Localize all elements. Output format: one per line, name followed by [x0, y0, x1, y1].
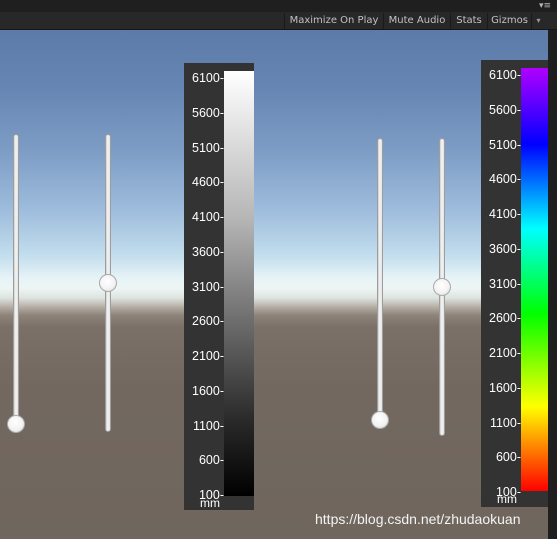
grayscale-tick-label: 600- [198, 453, 224, 468]
stats-button[interactable]: Stats [450, 13, 487, 29]
grayscale-tick-label: 3100- [192, 279, 224, 294]
color-tick-label: 2600- [489, 311, 521, 326]
color-tick-label: 4600- [489, 172, 521, 187]
slider-3-track[interactable] [377, 138, 383, 428]
grayscale-gradient-strip [224, 71, 254, 496]
grayscale-colorbar-panel: 6100- 5600- 5100- 4600- 4100- 3600- 3100- 2600-… [184, 63, 254, 510]
color-tick-label: 4100- [489, 207, 521, 221]
window-menu-icon[interactable]: ▾≡ [539, 1, 551, 11]
slider-1-track[interactable] [13, 134, 19, 432]
slider-2-handle[interactable] [99, 274, 117, 292]
color-tick-label: 2100- [489, 346, 521, 360]
color-tick-label: 5100- [489, 137, 521, 152]
color-tick-label: 3100- [489, 276, 521, 291]
slider-1-handle[interactable] [7, 415, 25, 433]
grayscale-tick-label: 5100- [192, 140, 224, 155]
watermark-text: https://blog.csdn.net/zhudaokuan [315, 511, 521, 527]
grayscale-tick-label: 2100- [192, 349, 224, 363]
color-tick-label: 1100- [489, 415, 521, 430]
grayscale-unit-label: mm [200, 496, 220, 510]
grayscale-tick-label: 4600- [192, 175, 224, 190]
grayscale-tick-label: 6100- [192, 71, 224, 85]
unity-game-window: ▾≡ Maximize On Play Mute Audio Stats Giz… [0, 0, 557, 539]
color-tick-label: 1600- [489, 380, 521, 395]
grayscale-tick-label: 1100- [192, 418, 224, 433]
color-tick-label: 5600- [489, 102, 521, 117]
color-tick-label: 6100- [489, 68, 521, 82]
color-gradient-strip [521, 68, 548, 491]
gizmos-button[interactable]: Gizmos [487, 13, 531, 29]
grayscale-tick-label: 4100- [192, 210, 224, 224]
mute-audio-button[interactable]: Mute Audio [383, 13, 450, 29]
grayscale-tick-label: 2600- [192, 314, 224, 329]
slider-3-handle[interactable] [371, 411, 389, 429]
maximize-on-play-button[interactable]: Maximize On Play [284, 13, 383, 29]
slider-4-handle[interactable] [433, 278, 451, 296]
color-tick-label: 600- [495, 450, 521, 465]
color-unit-label: mm [497, 492, 517, 506]
game-view: 6100- 5600- 5100- 4600- 4100- 3600- 3100- 2600-… [0, 30, 548, 539]
color-tick-label: 3600- [489, 241, 521, 256]
grayscale-tick-label: 1600- [192, 383, 224, 398]
game-view-toolbar: Maximize On Play Mute Audio Stats Gizmos… [0, 12, 557, 30]
color-colorbar-panel: 6100- 5600- 5100- 4600- 4100- 3600- 3100- 2600-… [481, 60, 548, 507]
window-title-strip: ▾≡ [0, 0, 557, 12]
grayscale-tick-label: 3600- [192, 244, 224, 259]
gizmos-dropdown-icon[interactable]: ▾ [531, 13, 545, 29]
right-scroll-edge [548, 30, 557, 539]
grayscale-tick-label: 5600- [192, 105, 224, 120]
